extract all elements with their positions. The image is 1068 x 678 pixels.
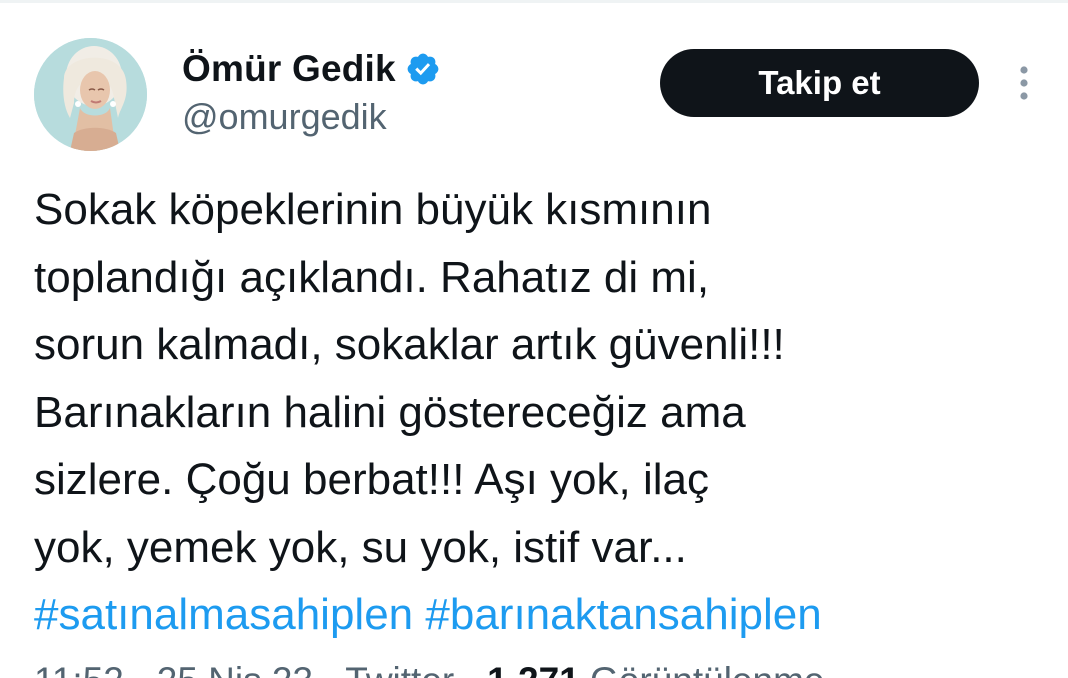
profile-photo: [34, 38, 147, 151]
meta-separator: ·: [134, 660, 146, 678]
follow-button[interactable]: Takip et: [660, 49, 979, 117]
meta-separator: ·: [465, 660, 477, 678]
more-vertical-icon[interactable]: [1010, 62, 1038, 106]
tweet-line: toplandığı açıklandı. Rahatız di mi,: [34, 252, 710, 302]
author-handle[interactable]: @omurgedik: [182, 96, 387, 138]
display-name[interactable]: Ömür Gedik: [182, 48, 396, 90]
tweet-platform: · Twitter: [323, 660, 454, 678]
hashtag-link[interactable]: #barınaktansahiplen: [425, 590, 821, 639]
display-name-row: Ömür Gedik: [182, 44, 441, 94]
tweet-line: yok, yemek yok, su yok, istif var...: [34, 522, 687, 572]
top-divider: [0, 0, 1068, 3]
tweet-line: Barınakların halini göstereceğiz ama: [34, 387, 746, 437]
tweet-time[interactable]: 11:52: [34, 660, 124, 678]
tweet-date[interactable]: 25 Nis 23: [157, 660, 313, 678]
tweet-meta: 11:52 · 25 Nis 23 · Twitter · 1.271 Görü…: [34, 660, 824, 678]
avatar[interactable]: [34, 38, 147, 151]
tweet-line: Sokak köpeklerinin büyük kısmının: [34, 185, 712, 234]
hashtags-line: #satınalmasahiplen #barınaktansahiplen: [34, 581, 1034, 649]
tweet-text: Sokak köpeklerinin büyük kısmının toplan…: [34, 176, 1034, 649]
verified-badge-icon: [405, 51, 441, 87]
views-count: 1.271: [487, 660, 580, 678]
tweet-line: sorun kalmadı, sokaklar artık güvenli!!!: [34, 320, 785, 369]
views-label: Görüntülenme: [590, 660, 824, 678]
tweet-line: sizlere. Çoğu berbat!!! Aşı yok, ilaç: [34, 455, 709, 504]
hashtag-link[interactable]: #satınalmasahiplen: [34, 590, 413, 639]
